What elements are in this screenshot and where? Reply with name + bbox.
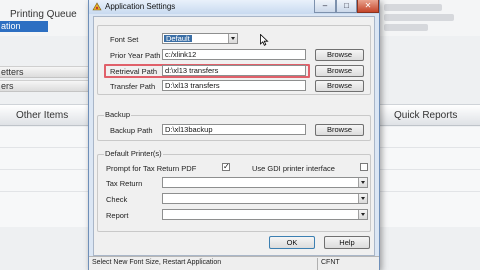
status-message: Select New Font Size, Restart Applicatio… — [92, 259, 222, 266]
chevron-down-icon[interactable] — [358, 194, 367, 203]
transfer-path-field[interactable]: D:\xl13 transfers — [162, 80, 306, 91]
report-printer-dropdown[interactable] — [162, 209, 368, 220]
chevron-down-icon[interactable] — [358, 178, 367, 187]
bg-divider — [0, 147, 92, 148]
chevron-down-icon[interactable] — [228, 34, 237, 43]
application-settings-dialog: Application Settings – □ ✕ Font Set Defa… — [88, 0, 380, 270]
bg-right-list — [380, 127, 480, 227]
quick-reports-header[interactable]: Quick Reports — [380, 104, 480, 126]
gdi-interface-label: Use GDI printer interface — [252, 164, 335, 173]
mouse-cursor-icon — [260, 34, 269, 46]
bg-left-panel: Printing Queue ation — [0, 0, 92, 36]
backup-browse-button[interactable]: Browse — [315, 124, 364, 136]
prompt-tax-return-pdf-label: Prompt for Tax Return PDF — [106, 164, 197, 173]
paths-group: Font Set Default Prior Year Path c:/xlin… — [97, 25, 371, 95]
retrieval-browse-button[interactable]: Browse — [315, 65, 364, 77]
bg-blurred-text — [384, 14, 454, 21]
retrieval-path-label: Retrieval Path — [110, 67, 158, 76]
tax-return-printer-dropdown[interactable] — [162, 177, 368, 188]
report-printer-label: Report — [106, 211, 129, 220]
ok-button[interactable]: OK — [269, 236, 315, 249]
printing-queue-title: Printing Queue — [10, 9, 77, 20]
close-button[interactable]: ✕ — [357, 0, 379, 13]
backup-group-label: Backup — [104, 110, 132, 119]
font-set-dropdown[interactable]: Default — [162, 33, 238, 44]
bg-divider — [0, 169, 92, 170]
dialog-client-area: Font Set Default Prior Year Path c:/xlin… — [93, 16, 375, 256]
app-icon — [92, 2, 102, 11]
prior-year-browse-button[interactable]: Browse — [315, 49, 364, 61]
transfer-path-label: Transfer Path — [110, 82, 156, 91]
bg-blurred-text — [384, 4, 442, 11]
tax-return-printer-label: Tax Return — [106, 179, 143, 188]
retrieval-path-field[interactable]: d:\xl13 transfers — [162, 65, 306, 76]
default-printers-group: Default Printer(s) Prompt for Tax Return… — [97, 149, 371, 232]
status-bar: Select New Font Size, Restart Applicatio… — [89, 256, 379, 270]
prompt-tax-return-pdf-checkbox[interactable]: ✓ — [222, 163, 230, 171]
bg-divider — [380, 191, 480, 192]
dialog-titlebar[interactable]: Application Settings – □ ✕ — [89, 0, 379, 14]
bg-nav-item-letters[interactable]: etters — [0, 66, 92, 78]
help-button[interactable]: Help — [324, 236, 370, 249]
other-items-header[interactable]: Other Items — [0, 104, 92, 126]
dialog-title: Application Settings — [105, 2, 176, 11]
backup-group: Backup Backup Path D:\xl13backup Browse — [97, 110, 371, 141]
maximize-button[interactable]: □ — [336, 0, 357, 13]
font-set-label: Font Set — [110, 35, 139, 44]
prior-year-path-field[interactable]: c:/xlink12 — [162, 49, 306, 60]
backup-path-field[interactable]: D:\xl13backup — [162, 124, 306, 135]
bg-divider — [380, 169, 480, 170]
bg-left-list — [0, 127, 92, 227]
chevron-down-icon[interactable] — [358, 210, 367, 219]
status-separator — [317, 258, 318, 270]
font-set-selected-value: Default — [164, 34, 192, 43]
bg-right-header — [380, 0, 480, 36]
default-printers-group-label: Default Printer(s) — [104, 149, 163, 158]
check-printer-label: Check — [106, 195, 128, 204]
bg-selected-item[interactable]: ation — [0, 21, 48, 32]
bg-nav-item-printers[interactable]: ers — [0, 80, 92, 92]
check-printer-dropdown[interactable] — [162, 193, 368, 204]
bg-divider — [0, 191, 92, 192]
status-code: CFNT — [321, 259, 340, 266]
bg-blurred-text — [384, 24, 428, 31]
gdi-interface-checkbox[interactable] — [360, 163, 368, 171]
backup-path-label: Backup Path — [110, 126, 153, 135]
bg-divider — [380, 147, 480, 148]
minimize-button[interactable]: – — [314, 0, 336, 13]
prior-year-path-label: Prior Year Path — [110, 51, 161, 60]
transfer-browse-button[interactable]: Browse — [315, 80, 364, 92]
